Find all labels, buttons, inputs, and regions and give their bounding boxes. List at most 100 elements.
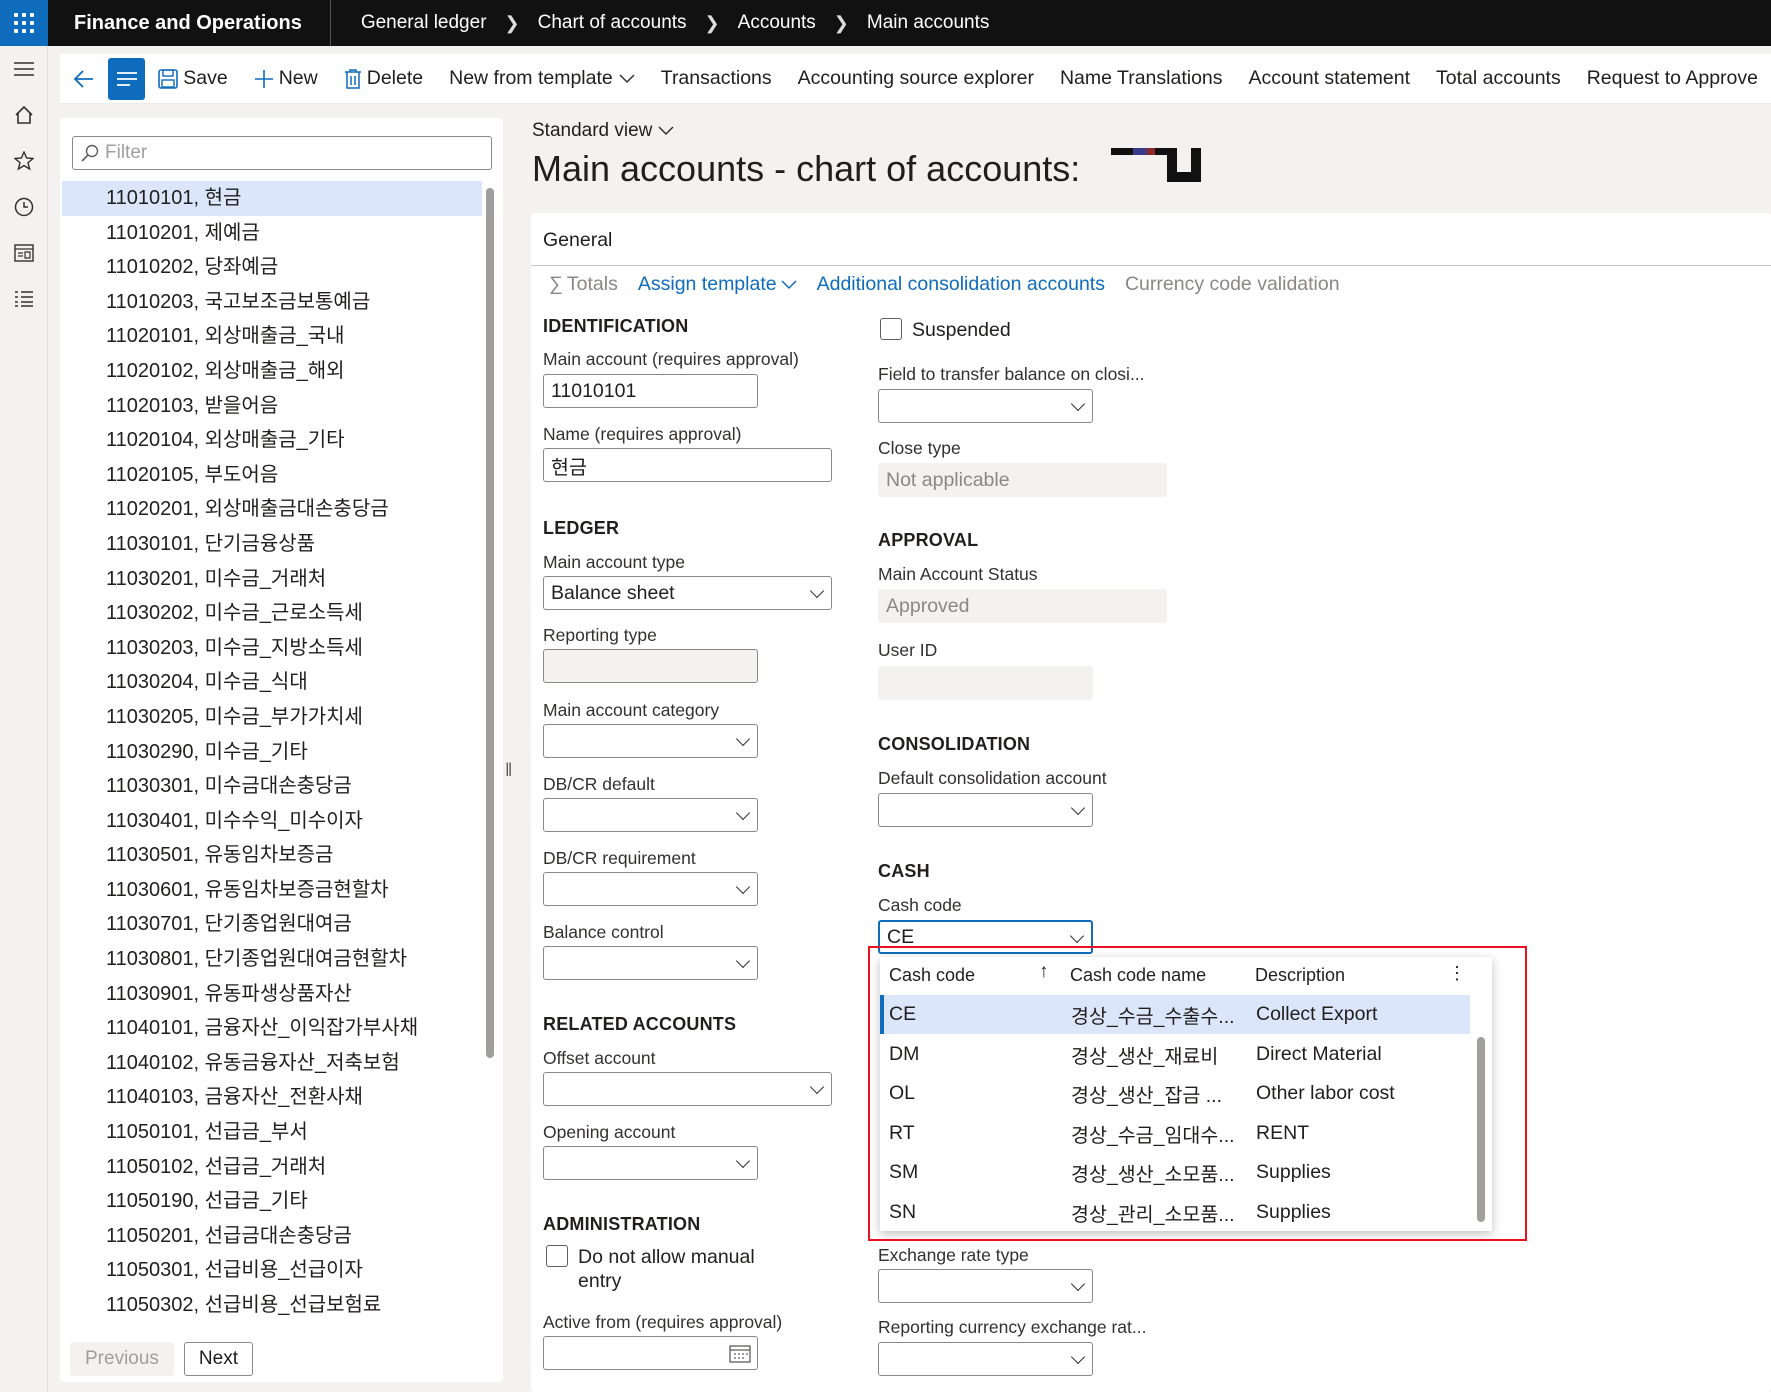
list-item[interactable]: 11030501, 유동임차보증금 xyxy=(62,838,482,873)
recent-button[interactable] xyxy=(0,184,48,230)
list-item[interactable]: 11010202, 당좌예금 xyxy=(62,250,482,285)
back-button[interactable] xyxy=(66,59,102,99)
home-icon xyxy=(15,105,33,124)
card-title[interactable]: General xyxy=(543,229,612,252)
dbcr-requirement-select[interactable] xyxy=(543,872,758,906)
transactions-button[interactable]: Transactions xyxy=(648,67,785,90)
list-item[interactable]: 11050190, 선급금_기타 xyxy=(62,1184,482,1219)
new-from-template-menu[interactable]: New from template xyxy=(436,67,648,90)
main-account-type-select[interactable]: Balance sheet xyxy=(543,576,832,610)
exchange-rate-type-select[interactable] xyxy=(878,1269,1093,1303)
next-button[interactable]: Next xyxy=(183,1342,253,1376)
list-item[interactable]: 11030204, 미수금_식대 xyxy=(62,665,482,700)
save-button[interactable]: Save xyxy=(145,67,240,90)
list-item[interactable]: 11030290, 미수금_기타 xyxy=(62,735,482,770)
list-item[interactable]: 11040101, 금융자산_이익잡가부사채 xyxy=(62,1011,482,1046)
list-item[interactable]: 11050302, 선급비용_선급보험료 xyxy=(62,1288,482,1323)
list-scrollbar[interactable] xyxy=(486,188,494,1058)
additional-consolidation-button[interactable]: Additional consolidation accounts xyxy=(817,273,1105,296)
list-item[interactable]: 11030301, 미수금대손충당금 xyxy=(62,769,482,804)
filter-input[interactable]: Filter xyxy=(72,136,492,170)
active-from-field[interactable] xyxy=(543,1336,758,1370)
new-button[interactable]: New xyxy=(241,67,331,90)
related-accounts-heading: RELATED ACCOUNTS xyxy=(543,1014,737,1034)
opening-account-select[interactable] xyxy=(543,1146,758,1180)
main-account-status-field: Approved xyxy=(878,589,1167,623)
offset-account-select[interactable] xyxy=(543,1072,832,1106)
main-account-field[interactable]: 11010101 xyxy=(543,374,758,408)
delete-label: Delete xyxy=(366,67,424,89)
dbcr-default-select[interactable] xyxy=(543,798,758,832)
list-item[interactable]: 11040102, 유동금융자산_저축보험 xyxy=(62,1046,482,1081)
breadcrumb-accounts[interactable]: Accounts xyxy=(738,12,816,34)
list-item[interactable]: 11030901, 유동파생상품자산 xyxy=(62,977,482,1012)
modules-button[interactable] xyxy=(0,276,48,322)
identification-heading: IDENTIFICATION xyxy=(543,316,689,336)
list-item[interactable]: 11030201, 미수금_거래처 xyxy=(62,562,482,597)
list-item[interactable]: 11050301, 선급비용_선급이자 xyxy=(62,1253,482,1288)
waffle-icon xyxy=(14,13,34,33)
active-from-label: Active from (requires approval) xyxy=(543,1312,783,1332)
suspended-checkbox[interactable] xyxy=(880,318,902,340)
list-item[interactable]: 11010201, 제예금 xyxy=(62,216,482,251)
main-account-type-label: Main account type xyxy=(543,552,686,572)
do-not-allow-manual-entry-checkbox[interactable] xyxy=(546,1245,568,1267)
total-accounts-button[interactable]: Total accounts xyxy=(1423,67,1574,90)
account-statement-button[interactable]: Account statement xyxy=(1236,67,1424,90)
reporting-currency-select[interactable] xyxy=(878,1342,1093,1376)
name-translations-button[interactable]: Name Translations xyxy=(1047,67,1236,90)
plus-icon xyxy=(254,69,274,89)
assign-template-menu[interactable]: Assign template xyxy=(638,273,797,296)
field-transfer-select[interactable] xyxy=(878,389,1093,423)
list-item[interactable]: 11030203, 미수금_지방소득세 xyxy=(62,631,482,666)
accounting-source-explorer-button[interactable]: Accounting source explorer xyxy=(785,67,1047,90)
workspaces-button[interactable] xyxy=(0,230,48,276)
star-icon xyxy=(14,151,34,171)
list-item[interactable]: 11010101, 현금 xyxy=(62,181,482,216)
list-item[interactable]: 11040103, 금융자산_전환사채 xyxy=(62,1080,482,1115)
reporting-type-field[interactable] xyxy=(543,649,758,683)
currency-code-validation-button[interactable]: Currency code validation xyxy=(1125,273,1340,296)
favorites-button[interactable] xyxy=(0,138,48,184)
home-button[interactable] xyxy=(0,92,48,138)
previous-button[interactable]: Previous xyxy=(70,1342,174,1376)
list-item[interactable]: 11020105, 부도어음 xyxy=(62,458,482,493)
main-account-category-select[interactable] xyxy=(543,724,758,758)
list-item[interactable]: 11010203, 국고보조금보통예금 xyxy=(62,285,482,320)
breadcrumb-main-accounts[interactable]: Main accounts xyxy=(867,12,990,34)
panel-splitter[interactable]: ‖ xyxy=(505,760,512,781)
hamburger-menu-button[interactable] xyxy=(0,46,48,92)
delete-button[interactable]: Delete xyxy=(331,67,436,90)
list-item[interactable]: 11050102, 선급금_거래처 xyxy=(62,1150,482,1185)
breadcrumb-chart-of-accounts[interactable]: Chart of accounts xyxy=(538,12,687,34)
request-to-approve-button[interactable]: Request to Approve xyxy=(1574,67,1771,90)
list-item[interactable]: 11030701, 단기종업원대여금 xyxy=(62,907,482,942)
totals-button[interactable]: ∑ Totals xyxy=(549,273,618,296)
name-field[interactable]: 현금 xyxy=(543,448,832,482)
list-item[interactable]: 11020104, 외상매출금_기타 xyxy=(62,423,482,458)
balance-control-select[interactable] xyxy=(543,946,758,980)
list-toggle-icon xyxy=(116,71,137,86)
app-title[interactable]: Finance and Operations xyxy=(48,0,331,46)
list-item[interactable]: 11050101, 선급금_부서 xyxy=(62,1115,482,1150)
close-type-label: Close type xyxy=(878,438,961,458)
list-item[interactable]: 11020102, 외상매출금_해외 xyxy=(62,354,482,389)
default-consolidation-select[interactable] xyxy=(878,793,1093,827)
list-item[interactable]: 11050201, 선급금대손충당금 xyxy=(62,1219,482,1254)
list-item[interactable]: 11030601, 유동임차보증금현할차 xyxy=(62,873,482,908)
list-toggle-button[interactable] xyxy=(107,57,146,100)
back-arrow-icon xyxy=(73,69,93,88)
list-item[interactable]: 11020201, 외상매출금대손충당금 xyxy=(62,492,482,527)
view-selector[interactable]: Standard view xyxy=(532,120,674,142)
list-item[interactable]: 11030101, 단기금융상품 xyxy=(62,527,482,562)
divider xyxy=(531,265,1771,266)
list-item[interactable]: 11020101, 외상매출금_국내 xyxy=(62,319,482,354)
list-item[interactable]: 11030801, 단기종업원대여금현할차 xyxy=(62,942,482,977)
breadcrumb-general-ledger[interactable]: General ledger xyxy=(361,12,487,34)
app-launcher-button[interactable] xyxy=(0,0,48,46)
calendar-icon[interactable] xyxy=(729,1343,751,1363)
list-item[interactable]: 11030205, 미수금_부가가치세 xyxy=(62,700,482,735)
list-item[interactable]: 11030202, 미수금_근로소득세 xyxy=(62,596,482,631)
list-item[interactable]: 11030401, 미수수익_미수이자 xyxy=(62,804,482,839)
list-item[interactable]: 11020103, 받을어음 xyxy=(62,389,482,424)
